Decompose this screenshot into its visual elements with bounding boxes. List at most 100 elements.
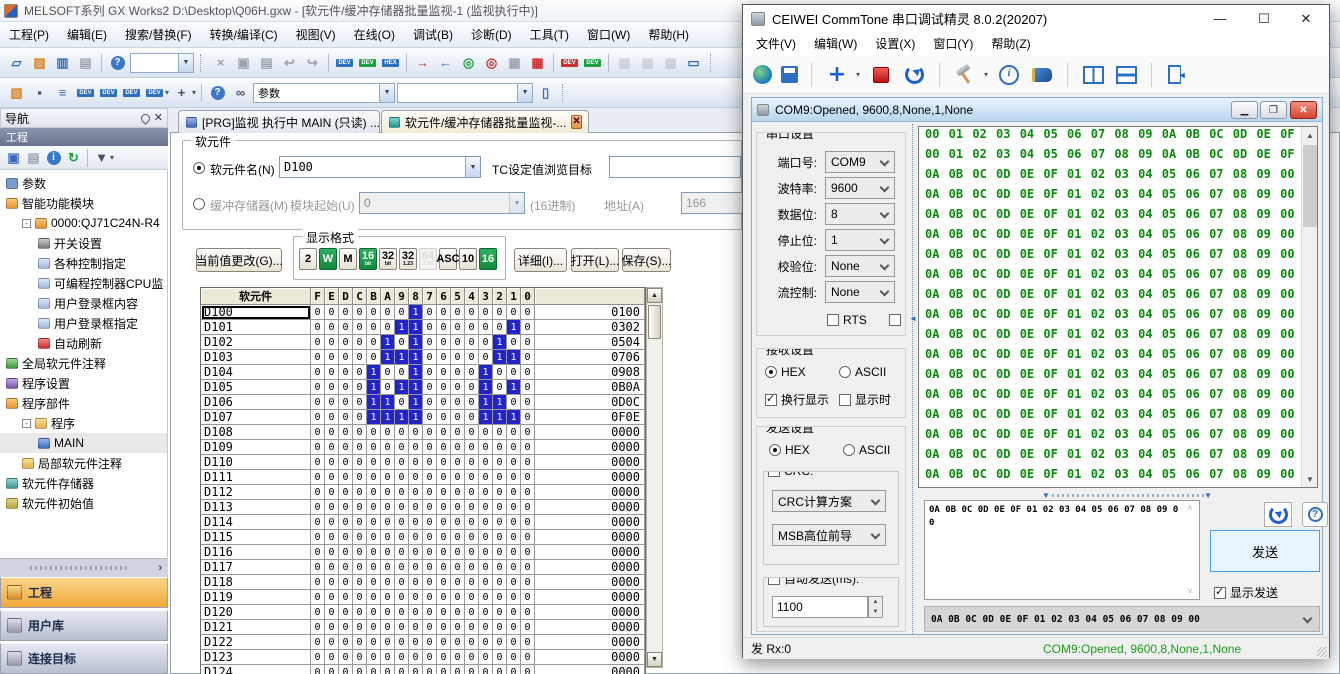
bit-cell[interactable]: 0: [507, 650, 521, 665]
tree-item[interactable]: MAIN: [0, 433, 167, 453]
value-cell[interactable]: 0000: [535, 485, 645, 500]
bit-cell[interactable]: 0: [367, 515, 381, 530]
bit-cell[interactable]: 0: [493, 590, 507, 605]
tree-item[interactable]: 局部软元件注释: [0, 453, 167, 473]
bit-cell[interactable]: 0: [325, 365, 339, 380]
bit-cell[interactable]: 0: [395, 605, 409, 620]
help-icon[interactable]: ?: [207, 82, 228, 103]
bit-cell[interactable]: 0: [381, 620, 395, 635]
bit-cell[interactable]: 0: [339, 500, 353, 515]
bit-cell[interactable]: 0: [311, 545, 325, 560]
recv-hex-radio[interactable]: [765, 366, 777, 378]
bit-cell[interactable]: 0: [339, 470, 353, 485]
bit-cell[interactable]: 0: [423, 515, 437, 530]
bit-cell[interactable]: 0: [395, 485, 409, 500]
bit-cell[interactable]: 0: [381, 380, 395, 395]
bit-cell[interactable]: 0: [437, 590, 451, 605]
bit-cell[interactable]: 0: [521, 320, 535, 335]
device-name-radio[interactable]: [193, 162, 205, 174]
bit-cell[interactable]: 0: [451, 650, 465, 665]
value-cell[interactable]: 0000: [535, 575, 645, 590]
receive-scrollbar[interactable]: ▲ ▼: [1301, 127, 1318, 487]
tree-item[interactable]: 智能功能模块: [0, 193, 167, 213]
bit-cell[interactable]: 0: [311, 635, 325, 650]
module-config-icon[interactable]: ▪: [29, 82, 50, 103]
tab-prg-monitor[interactable]: [PRG]监视 执行中 MAIN (只读) ...: [178, 110, 380, 133]
bit-cell[interactable]: 1: [381, 410, 395, 425]
bit-cell[interactable]: 0: [325, 560, 339, 575]
bit-cell[interactable]: 0: [465, 395, 479, 410]
bit-cell[interactable]: 0: [381, 650, 395, 665]
bit-cell[interactable]: 0: [479, 425, 493, 440]
bit-cell[interactable]: 0: [493, 365, 507, 380]
format-10-button[interactable]: 10: [459, 248, 477, 270]
bit-cell[interactable]: 0: [465, 380, 479, 395]
bit-cell[interactable]: 0: [437, 470, 451, 485]
bit-cell[interactable]: 0: [381, 440, 395, 455]
bit-cell[interactable]: 0: [353, 545, 367, 560]
bit-cell[interactable]: 0: [381, 635, 395, 650]
bit-cell[interactable]: 0: [353, 410, 367, 425]
bit-cell[interactable]: 0: [395, 455, 409, 470]
bit-cell[interactable]: 0: [507, 605, 521, 620]
dropdown-arrow-icon[interactable]: ▾: [984, 70, 988, 79]
bit-cell[interactable]: 1: [507, 410, 521, 425]
bit-cell[interactable]: 0: [311, 560, 325, 575]
value-cell[interactable]: 0D0C: [535, 395, 645, 410]
bit-cell[interactable]: 0: [311, 320, 325, 335]
bit-cell[interactable]: 0: [353, 365, 367, 380]
bit-cell[interactable]: 0: [423, 305, 437, 320]
bit-cell[interactable]: 0: [479, 515, 493, 530]
bit-cell[interactable]: 0: [395, 515, 409, 530]
cut-icon[interactable]: ×: [210, 52, 231, 73]
bit-cell[interactable]: 0: [521, 470, 535, 485]
bit-cell[interactable]: 0: [521, 380, 535, 395]
table-vertical-scrollbar[interactable]: ▲ ▼: [646, 287, 663, 668]
tree-item[interactable]: 自动刷新: [0, 333, 167, 353]
bit-cell[interactable]: 0: [423, 455, 437, 470]
bit-cell[interactable]: 0: [521, 440, 535, 455]
value-cell[interactable]: 0000: [535, 590, 645, 605]
bit-cell[interactable]: 1: [493, 395, 507, 410]
show-send-checkbox[interactable]: [1214, 587, 1226, 599]
device-cell[interactable]: D111: [201, 470, 311, 485]
bit-cell[interactable]: 0: [423, 365, 437, 380]
bit-cell[interactable]: 0: [367, 335, 381, 350]
show-time-checkbox[interactable]: [839, 394, 851, 406]
send-history-dropdown[interactable]: 0A 0B 0C 0D 0E 0F 01 02 03 04 05 06 07 0…: [924, 606, 1320, 632]
nav-switcher-button[interactable]: 连接目标: [0, 643, 168, 674]
bit-cell[interactable]: 0: [409, 545, 423, 560]
tree-item[interactable]: 程序部件: [0, 393, 167, 413]
bit-cell[interactable]: 0: [339, 350, 353, 365]
bit-cell[interactable]: 0: [339, 650, 353, 665]
device-display-icon[interactable]: DEV: [144, 82, 165, 103]
tc-target-input[interactable]: [609, 156, 741, 178]
newline-display-checkbox[interactable]: [765, 394, 777, 406]
project-data-icon[interactable]: ▧: [6, 82, 27, 103]
bit-cell[interactable]: 0: [367, 620, 381, 635]
bit-cell[interactable]: 0: [479, 485, 493, 500]
bit-cell[interactable]: 0: [437, 365, 451, 380]
save-button[interactable]: 保存(S)...: [622, 248, 671, 272]
bit-cell[interactable]: 0: [381, 365, 395, 380]
bit-cell[interactable]: 0: [353, 440, 367, 455]
bit-cell[interactable]: 0: [367, 425, 381, 440]
device-cell[interactable]: D113: [201, 500, 311, 515]
bit-cell[interactable]: 0: [507, 545, 521, 560]
doc-search-icon[interactable]: ▯: [535, 82, 556, 103]
device-register-monitor-icon[interactable]: DEV: [582, 52, 603, 73]
bit-cell[interactable]: 0: [493, 320, 507, 335]
stop-icon[interactable]: [869, 63, 893, 87]
undo-icon[interactable]: ↩: [279, 52, 300, 73]
bit-cell[interactable]: 0: [339, 665, 353, 674]
menu-item[interactable]: 搜索/替换(F): [116, 25, 201, 45]
refresh-icon[interactable]: ↻: [64, 148, 83, 167]
bit-cell[interactable]: 0: [507, 560, 521, 575]
bit-cell[interactable]: 0: [409, 605, 423, 620]
tab-device-buffer-monitor[interactable]: 软元件/缓冲存储器批量监视-... ✕: [381, 110, 589, 133]
bit-cell[interactable]: 0: [381, 575, 395, 590]
bit-cell[interactable]: 0: [409, 650, 423, 665]
menu-item[interactable]: 窗口(W): [578, 25, 639, 45]
bit-cell[interactable]: 0: [493, 560, 507, 575]
bit-cell[interactable]: 0: [339, 560, 353, 575]
